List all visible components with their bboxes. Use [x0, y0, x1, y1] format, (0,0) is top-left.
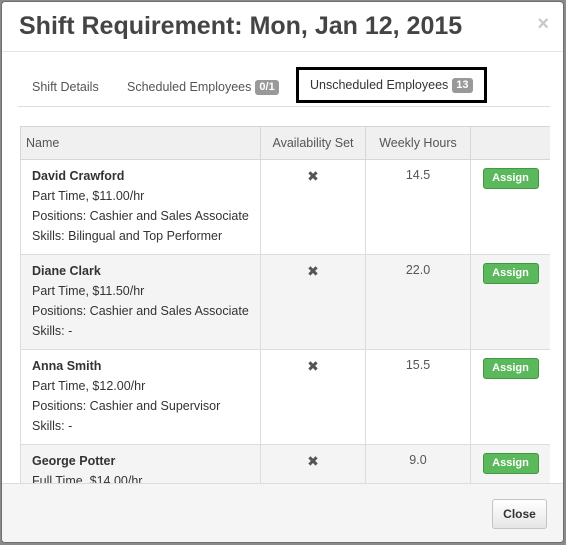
action-cell: Assign [470, 444, 550, 483]
x-icon: ✖ [307, 168, 319, 184]
shift-requirement-modal: Shift Requirement: Mon, Jan 12, 2015 × S… [1, 1, 564, 543]
employee-name: Anna Smith [32, 359, 102, 373]
employee-employment: Full Time, $14.00/hr [32, 474, 143, 483]
table-header-row: Name Availability Set Weekly Hours [20, 126, 550, 160]
employee-info: David Crawford Part Time, $11.00/hr Posi… [20, 159, 261, 255]
weekly-hours: 22.0 [365, 254, 471, 350]
employee-employment: Part Time, $11.00/hr [32, 189, 145, 203]
employee-positions: Positions: Cashier and Supervisor [32, 399, 221, 413]
assign-button[interactable]: Assign [482, 453, 539, 474]
close-icon[interactable]: × [537, 14, 549, 34]
tab-unscheduled-employees[interactable]: Unscheduled Employees 13 [296, 67, 487, 103]
action-cell: Assign [470, 159, 550, 255]
table-row: Anna Smith Part Time, $12.00/hr Position… [20, 349, 550, 445]
tab-bar: Shift Details Scheduled Employees 0/1 Uns… [18, 67, 550, 107]
weekly-hours: 14.5 [365, 159, 471, 255]
employee-positions: Positions: Cashier and Sales Associate [32, 209, 249, 223]
tab-shift-details[interactable]: Shift Details [32, 68, 99, 106]
assign-button[interactable]: Assign [482, 168, 539, 189]
availability-cell: ✖ [260, 254, 366, 350]
availability-cell: ✖ [260, 349, 366, 445]
assign-button[interactable]: Assign [482, 263, 539, 284]
employee-name: David Crawford [32, 169, 125, 183]
action-cell: Assign [470, 254, 550, 350]
employee-positions: Positions: Cashier and Sales Associate [32, 304, 249, 318]
employee-employment: Part Time, $12.00/hr [32, 379, 146, 393]
availability-cell: ✖ [260, 159, 366, 255]
employee-name: Diane Clark [32, 264, 101, 278]
count-badge: 13 [452, 78, 473, 93]
modal-header: Shift Requirement: Mon, Jan 12, 2015 × [2, 2, 563, 52]
employee-skills: Skills: - [32, 324, 73, 338]
availability-cell: ✖ [260, 444, 366, 483]
action-cell: Assign [470, 349, 550, 445]
employee-info: Diane Clark Part Time, $11.50/hr Positio… [20, 254, 261, 350]
count-badge: 0/1 [255, 80, 279, 95]
tab-scheduled-employees[interactable]: Scheduled Employees 0/1 [127, 68, 279, 106]
header-name[interactable]: Name [20, 126, 261, 160]
employee-employment: Part Time, $11.50/hr [32, 284, 145, 298]
header-action [470, 126, 550, 160]
table-row: David Crawford Part Time, $11.00/hr Posi… [20, 159, 550, 255]
close-button[interactable]: Close [492, 499, 547, 529]
modal-footer: Close [2, 483, 563, 542]
header-availability[interactable]: Availability Set [260, 126, 366, 160]
weekly-hours: 9.0 [365, 444, 471, 483]
x-icon: ✖ [307, 263, 319, 279]
employee-name: George Potter [32, 454, 116, 468]
header-weekly-hours[interactable]: Weekly Hours [365, 126, 471, 160]
x-icon: ✖ [307, 453, 319, 469]
x-icon: ✖ [307, 358, 319, 374]
employee-table: Name Availability Set Weekly Hours David… [20, 126, 550, 483]
tab-label: Unscheduled Employees [310, 78, 449, 92]
tab-label: Scheduled Employees [127, 80, 252, 94]
table-row: George Potter Full Time, $14.00/hr ✖ 9.0… [20, 444, 550, 483]
employee-info: George Potter Full Time, $14.00/hr [20, 444, 261, 483]
employee-table-scroll[interactable]: Name Availability Set Weekly Hours David… [20, 126, 550, 483]
modal-title: Shift Requirement: Mon, Jan 12, 2015 [19, 12, 463, 40]
employee-info: Anna Smith Part Time, $12.00/hr Position… [20, 349, 261, 445]
assign-button[interactable]: Assign [482, 358, 539, 379]
tab-label: Shift Details [32, 80, 99, 94]
employee-skills: Skills: Bilingual and Top Performer [32, 229, 223, 243]
weekly-hours: 15.5 [365, 349, 471, 445]
employee-skills: Skills: - [32, 419, 73, 433]
table-row: Diane Clark Part Time, $11.50/hr Positio… [20, 254, 550, 350]
